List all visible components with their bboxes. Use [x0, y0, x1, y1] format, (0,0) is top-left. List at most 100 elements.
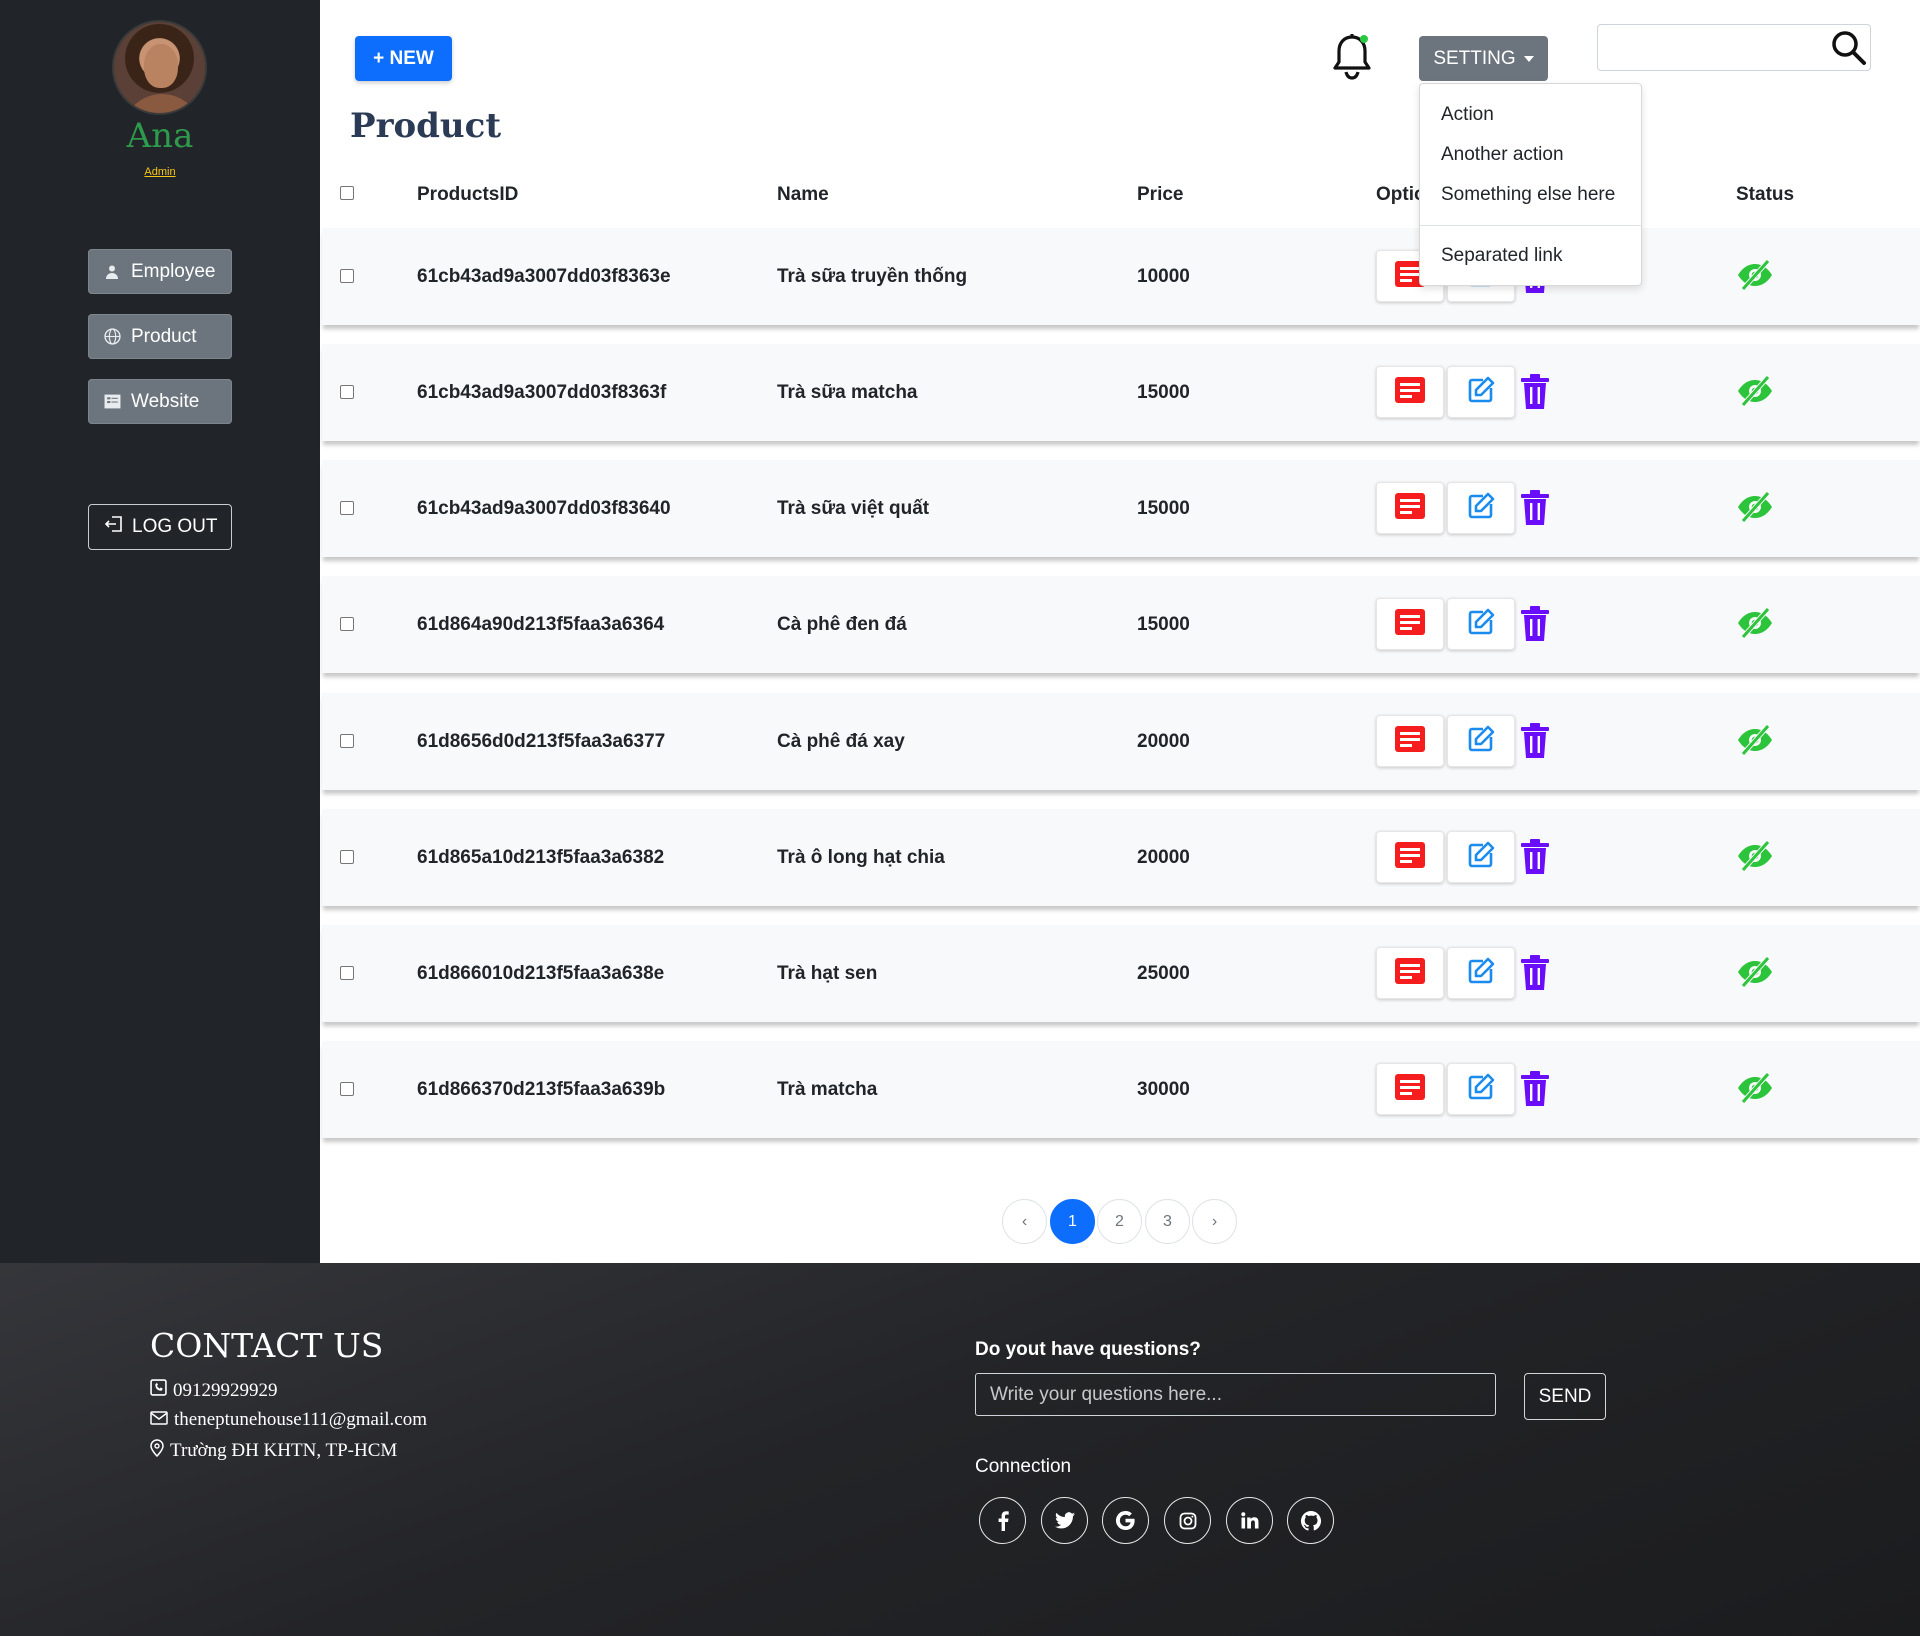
pagination-page-3[interactable]: 3: [1145, 1199, 1190, 1244]
eye-slash-icon[interactable]: [1735, 258, 1775, 294]
product-name: Trà sữa việt quất: [777, 497, 930, 519]
eye-slash-icon[interactable]: [1735, 955, 1775, 991]
pagination-page-2[interactable]: 2: [1097, 1199, 1142, 1244]
select-all-checkbox[interactable]: [340, 186, 354, 200]
sidebar-item-label: Website: [131, 390, 200, 412]
view-details-button[interactable]: [1376, 598, 1444, 650]
view-details-button[interactable]: [1376, 947, 1444, 999]
google-icon[interactable]: [1102, 1497, 1149, 1544]
edit-icon: [1467, 957, 1495, 990]
trash-icon[interactable]: [1517, 370, 1553, 414]
product-name: Trà hạt sen: [777, 962, 878, 984]
row-checkbox[interactable]: [340, 734, 354, 748]
table-row: 61d8656d0d213f5faa3a6377 Cà phê đá xay 200…: [322, 693, 1920, 790]
trash-icon[interactable]: [1517, 602, 1553, 646]
facebook-icon[interactable]: [979, 1497, 1026, 1544]
eye-slash-icon[interactable]: [1735, 374, 1775, 410]
edit-button[interactable]: [1447, 947, 1515, 999]
dropdown-item-action[interactable]: Action: [1441, 104, 1494, 126]
logout-label: LOG OUT: [132, 516, 218, 537]
row-checkbox[interactable]: [340, 385, 354, 399]
edit-button[interactable]: [1447, 715, 1515, 767]
sidebar: Ana Admin Employee Product Website LOG O…: [0, 0, 320, 1263]
trash-icon[interactable]: [1517, 719, 1553, 763]
connection-title: Connection: [975, 1456, 1072, 1477]
eye-slash-icon[interactable]: [1735, 490, 1775, 526]
view-details-button[interactable]: [1376, 366, 1444, 418]
dropdown-item-another-action[interactable]: Another action: [1441, 144, 1564, 166]
setting-label: SETTING: [1433, 47, 1516, 69]
search-icon[interactable]: [1830, 29, 1868, 67]
row-checkbox[interactable]: [340, 617, 354, 631]
caret-down-icon: [1523, 55, 1534, 62]
product-price: 15000: [1137, 497, 1190, 519]
edit-icon: [1467, 1073, 1495, 1106]
product-price: 30000: [1137, 1078, 1190, 1100]
row-checkbox[interactable]: [340, 1082, 354, 1096]
view-details-button[interactable]: [1376, 482, 1444, 534]
page-title: Product: [350, 106, 502, 146]
edit-icon: [1467, 725, 1495, 758]
avatar: [112, 20, 207, 115]
dropdown-divider: [1420, 225, 1641, 226]
row-checkbox[interactable]: [340, 850, 354, 864]
table-row: 61d865a10d213f5faa3a6382 Trà ô long hạt c…: [322, 809, 1920, 906]
trash-icon[interactable]: [1517, 951, 1553, 995]
product-id: 61d865a10d213f5faa3a6382: [417, 846, 665, 868]
product-price: 20000: [1137, 846, 1190, 868]
sidebar-item-employee[interactable]: Employee: [88, 249, 232, 294]
email-text: theneptunehouse111@gmail.com: [174, 1409, 428, 1430]
new-product-button[interactable]: + NEW: [355, 36, 452, 81]
eye-slash-icon[interactable]: [1735, 606, 1775, 642]
edit-button[interactable]: [1447, 482, 1515, 534]
sidebar-item-website[interactable]: Website: [88, 379, 232, 424]
edit-button[interactable]: [1447, 366, 1515, 418]
row-checkbox[interactable]: [340, 501, 354, 515]
edit-icon: [1467, 841, 1495, 874]
view-details-button[interactable]: [1376, 831, 1444, 883]
instagram-icon[interactable]: [1164, 1497, 1211, 1544]
sidebar-item-product[interactable]: Product: [88, 314, 232, 359]
question-input[interactable]: [975, 1373, 1496, 1416]
trash-icon[interactable]: [1517, 1067, 1553, 1111]
notification-dot: [1360, 35, 1368, 43]
contact-title: CONTACT US: [150, 1326, 384, 1365]
contact-address: Trường ĐH KHTN, TP-HCM: [150, 1439, 397, 1463]
product-name: Trà sữa truyền thống: [777, 265, 968, 287]
twitter-icon[interactable]: [1041, 1497, 1088, 1544]
trash-icon[interactable]: [1517, 486, 1553, 530]
eye-slash-icon[interactable]: [1735, 1071, 1775, 1107]
trash-icon[interactable]: [1517, 835, 1553, 879]
view-details-button[interactable]: [1376, 1063, 1444, 1115]
pagination-next[interactable]: ›: [1192, 1199, 1237, 1244]
contact-email: theneptunehouse111@gmail.com: [150, 1409, 427, 1431]
edit-button[interactable]: [1447, 1063, 1515, 1115]
github-icon[interactable]: [1287, 1497, 1334, 1544]
dropdown-item-separated-link[interactable]: Separated link: [1441, 245, 1562, 267]
phone-icon: [150, 1379, 167, 1402]
linkedin-icon[interactable]: [1226, 1497, 1273, 1544]
logout-button[interactable]: LOG OUT: [88, 504, 232, 550]
product-price: 10000: [1137, 265, 1190, 287]
setting-dropdown-button[interactable]: SETTING: [1419, 36, 1548, 81]
edit-button[interactable]: [1447, 831, 1515, 883]
user-role-link[interactable]: Admin: [0, 166, 320, 178]
send-button[interactable]: SEND: [1524, 1373, 1606, 1420]
column-header-name: Name: [777, 184, 829, 205]
pagination-prev[interactable]: ‹: [1002, 1199, 1047, 1244]
product-name: Cà phê đá xay: [777, 730, 905, 752]
product-id: 61d866010d213f5faa3a638e: [417, 962, 665, 984]
row-checkbox[interactable]: [340, 269, 354, 283]
edit-button[interactable]: [1447, 598, 1515, 650]
list-icon: [104, 393, 121, 410]
view-details-button[interactable]: [1376, 715, 1444, 767]
edit-icon: [1467, 376, 1495, 409]
location-pin-icon: [150, 1439, 164, 1463]
pagination-page-1[interactable]: 1: [1050, 1199, 1095, 1244]
dropdown-item-something-else[interactable]: Something else here: [1441, 184, 1615, 206]
eye-slash-icon[interactable]: [1735, 723, 1775, 759]
edit-icon: [1467, 608, 1495, 641]
eye-slash-icon[interactable]: [1735, 839, 1775, 875]
details-icon: [1395, 376, 1425, 408]
row-checkbox[interactable]: [340, 966, 354, 980]
